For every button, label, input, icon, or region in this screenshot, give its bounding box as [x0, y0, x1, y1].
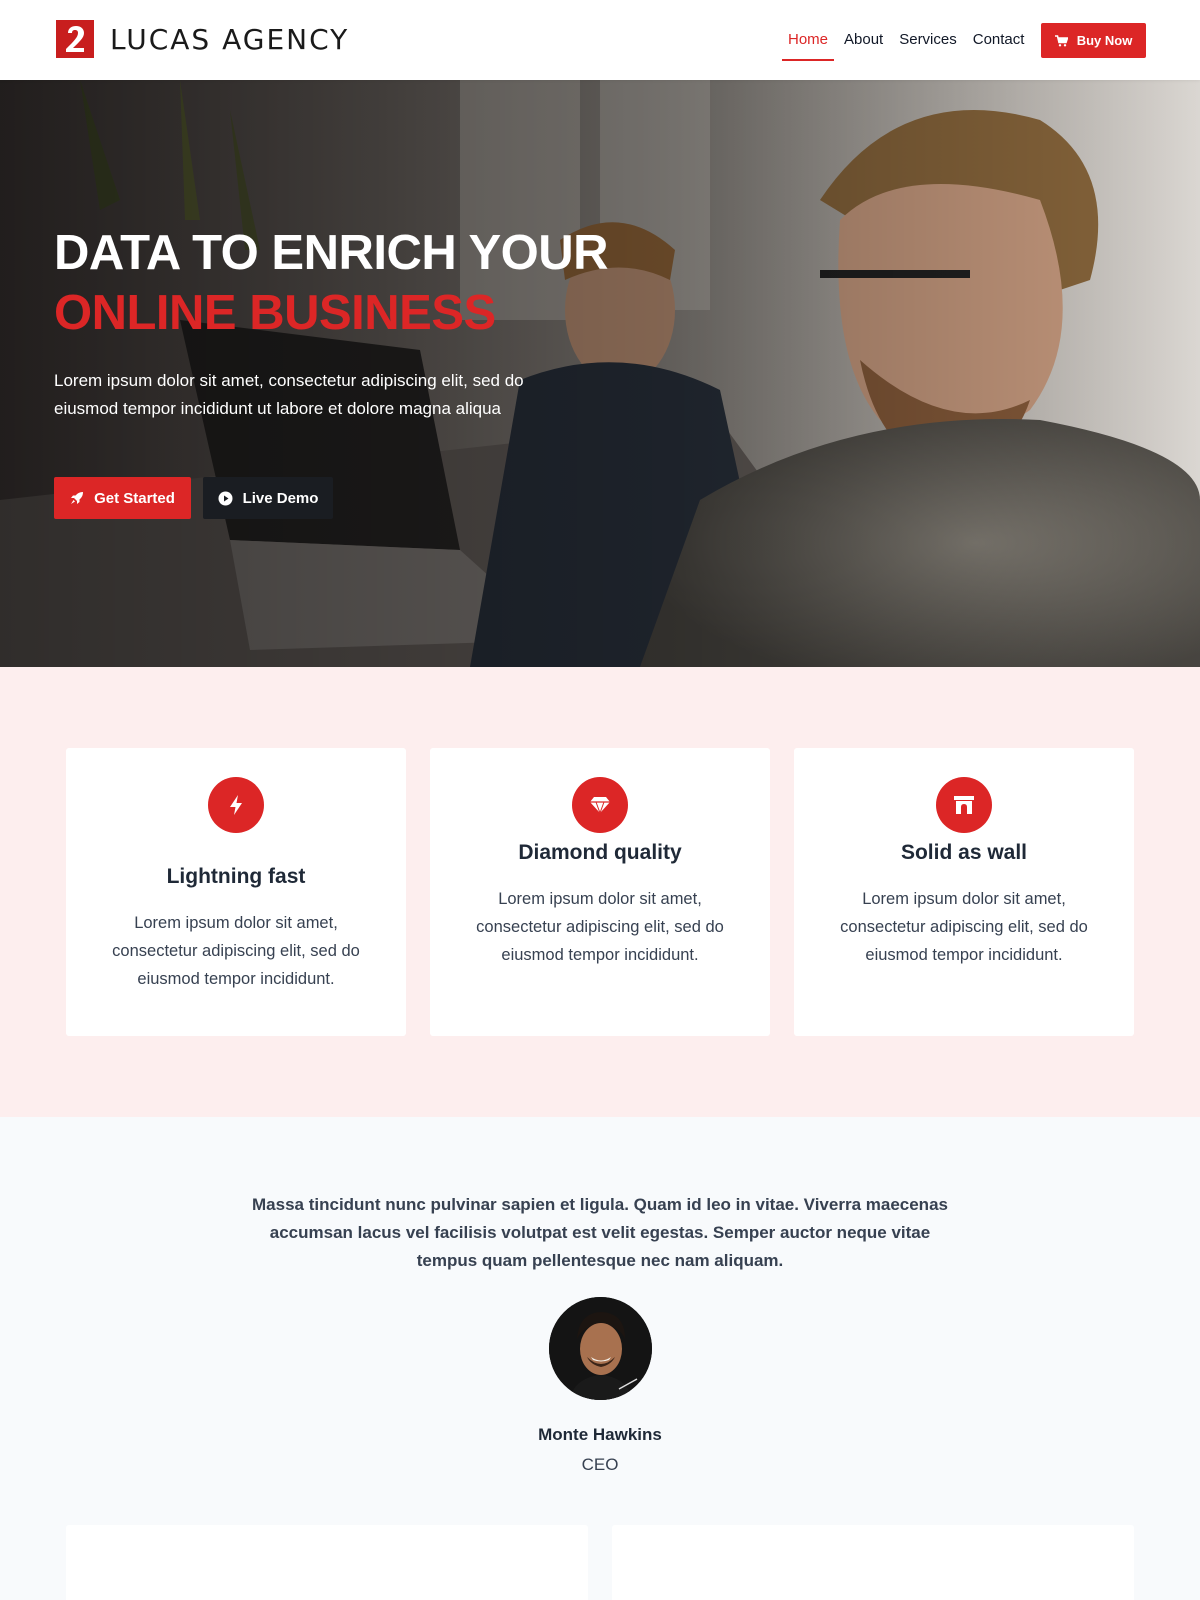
feature-card-lightning: Lightning fast Lorem ipsum dolor sit ame…: [66, 748, 406, 1036]
cart-icon: [1054, 34, 1068, 46]
nav-contact[interactable]: Contact: [965, 22, 1033, 60]
nav-services[interactable]: Services: [891, 22, 965, 60]
testimonial-quote: Massa tincidunt nunc pulvinar sapien et …: [252, 1195, 948, 1270]
testimonial-section: Massa tincidunt nunc pulvinar sapien et …: [0, 1117, 1200, 1600]
live-demo-label: Live Demo: [242, 489, 319, 507]
feature-text: Lorem ipsum dolor sit amet, consectetur …: [840, 890, 1088, 964]
get-started-button[interactable]: Get Started: [54, 477, 191, 519]
feature-title: Lightning fast: [166, 865, 306, 888]
hero-title-line2: ONLINE BUSINESS: [54, 286, 496, 340]
play-circle-icon: [218, 491, 233, 505]
hero-description: Lorem ipsum dolor sit amet, consectetur …: [54, 371, 524, 418]
feature-title: Diamond quality: [518, 841, 682, 864]
logo-mark-icon: [56, 20, 94, 58]
logo-text: LUCAS AGENCY: [110, 22, 350, 56]
lightning-icon: [208, 777, 264, 833]
site-header: LUCAS AGENCY Home About Services Contact…: [0, 0, 1200, 80]
logo[interactable]: LUCAS AGENCY: [56, 19, 349, 59]
buy-now-button[interactable]: Buy Now: [1041, 23, 1146, 58]
hero-title: DATA TO ENRICH YOUR ONLINE BUSINESS: [54, 223, 609, 343]
diamond-icon: [572, 777, 628, 833]
live-demo-button[interactable]: Live Demo: [203, 477, 333, 519]
nav-home[interactable]: Home: [780, 22, 836, 61]
nav-about[interactable]: About: [836, 22, 891, 60]
archway-icon: [936, 777, 992, 833]
avatar: [549, 1297, 652, 1400]
hero-title-line1: DATA TO ENRICH YOUR: [54, 226, 609, 280]
testimonial-role: CEO: [581, 1455, 619, 1474]
feature-card-wall: Solid as wall Lorem ipsum dolor sit amet…: [794, 748, 1134, 1036]
feature-title: Solid as wall: [900, 841, 1028, 864]
hero-section: DATA TO ENRICH YOUR ONLINE BUSINESS Lore…: [0, 80, 1200, 667]
get-started-label: Get Started: [94, 489, 175, 507]
buy-now-label: Buy Now: [1076, 33, 1133, 48]
rocket-icon: [71, 492, 84, 504]
feature-card-diamond: Diamond quality Lorem ipsum dolor sit am…: [430, 748, 770, 1036]
feature-text: Lorem ipsum dolor sit amet, consectetur …: [112, 914, 360, 988]
testimonial-card: [612, 1525, 1134, 1600]
testimonial-card: [66, 1525, 588, 1600]
features-section: Lightning fast Lorem ipsum dolor sit ame…: [0, 667, 1200, 1117]
main-nav: Home About Services Contact: [780, 22, 1033, 61]
feature-text: Lorem ipsum dolor sit amet, consectetur …: [476, 890, 724, 964]
testimonial-name: Monte Hawkins: [538, 1425, 662, 1444]
